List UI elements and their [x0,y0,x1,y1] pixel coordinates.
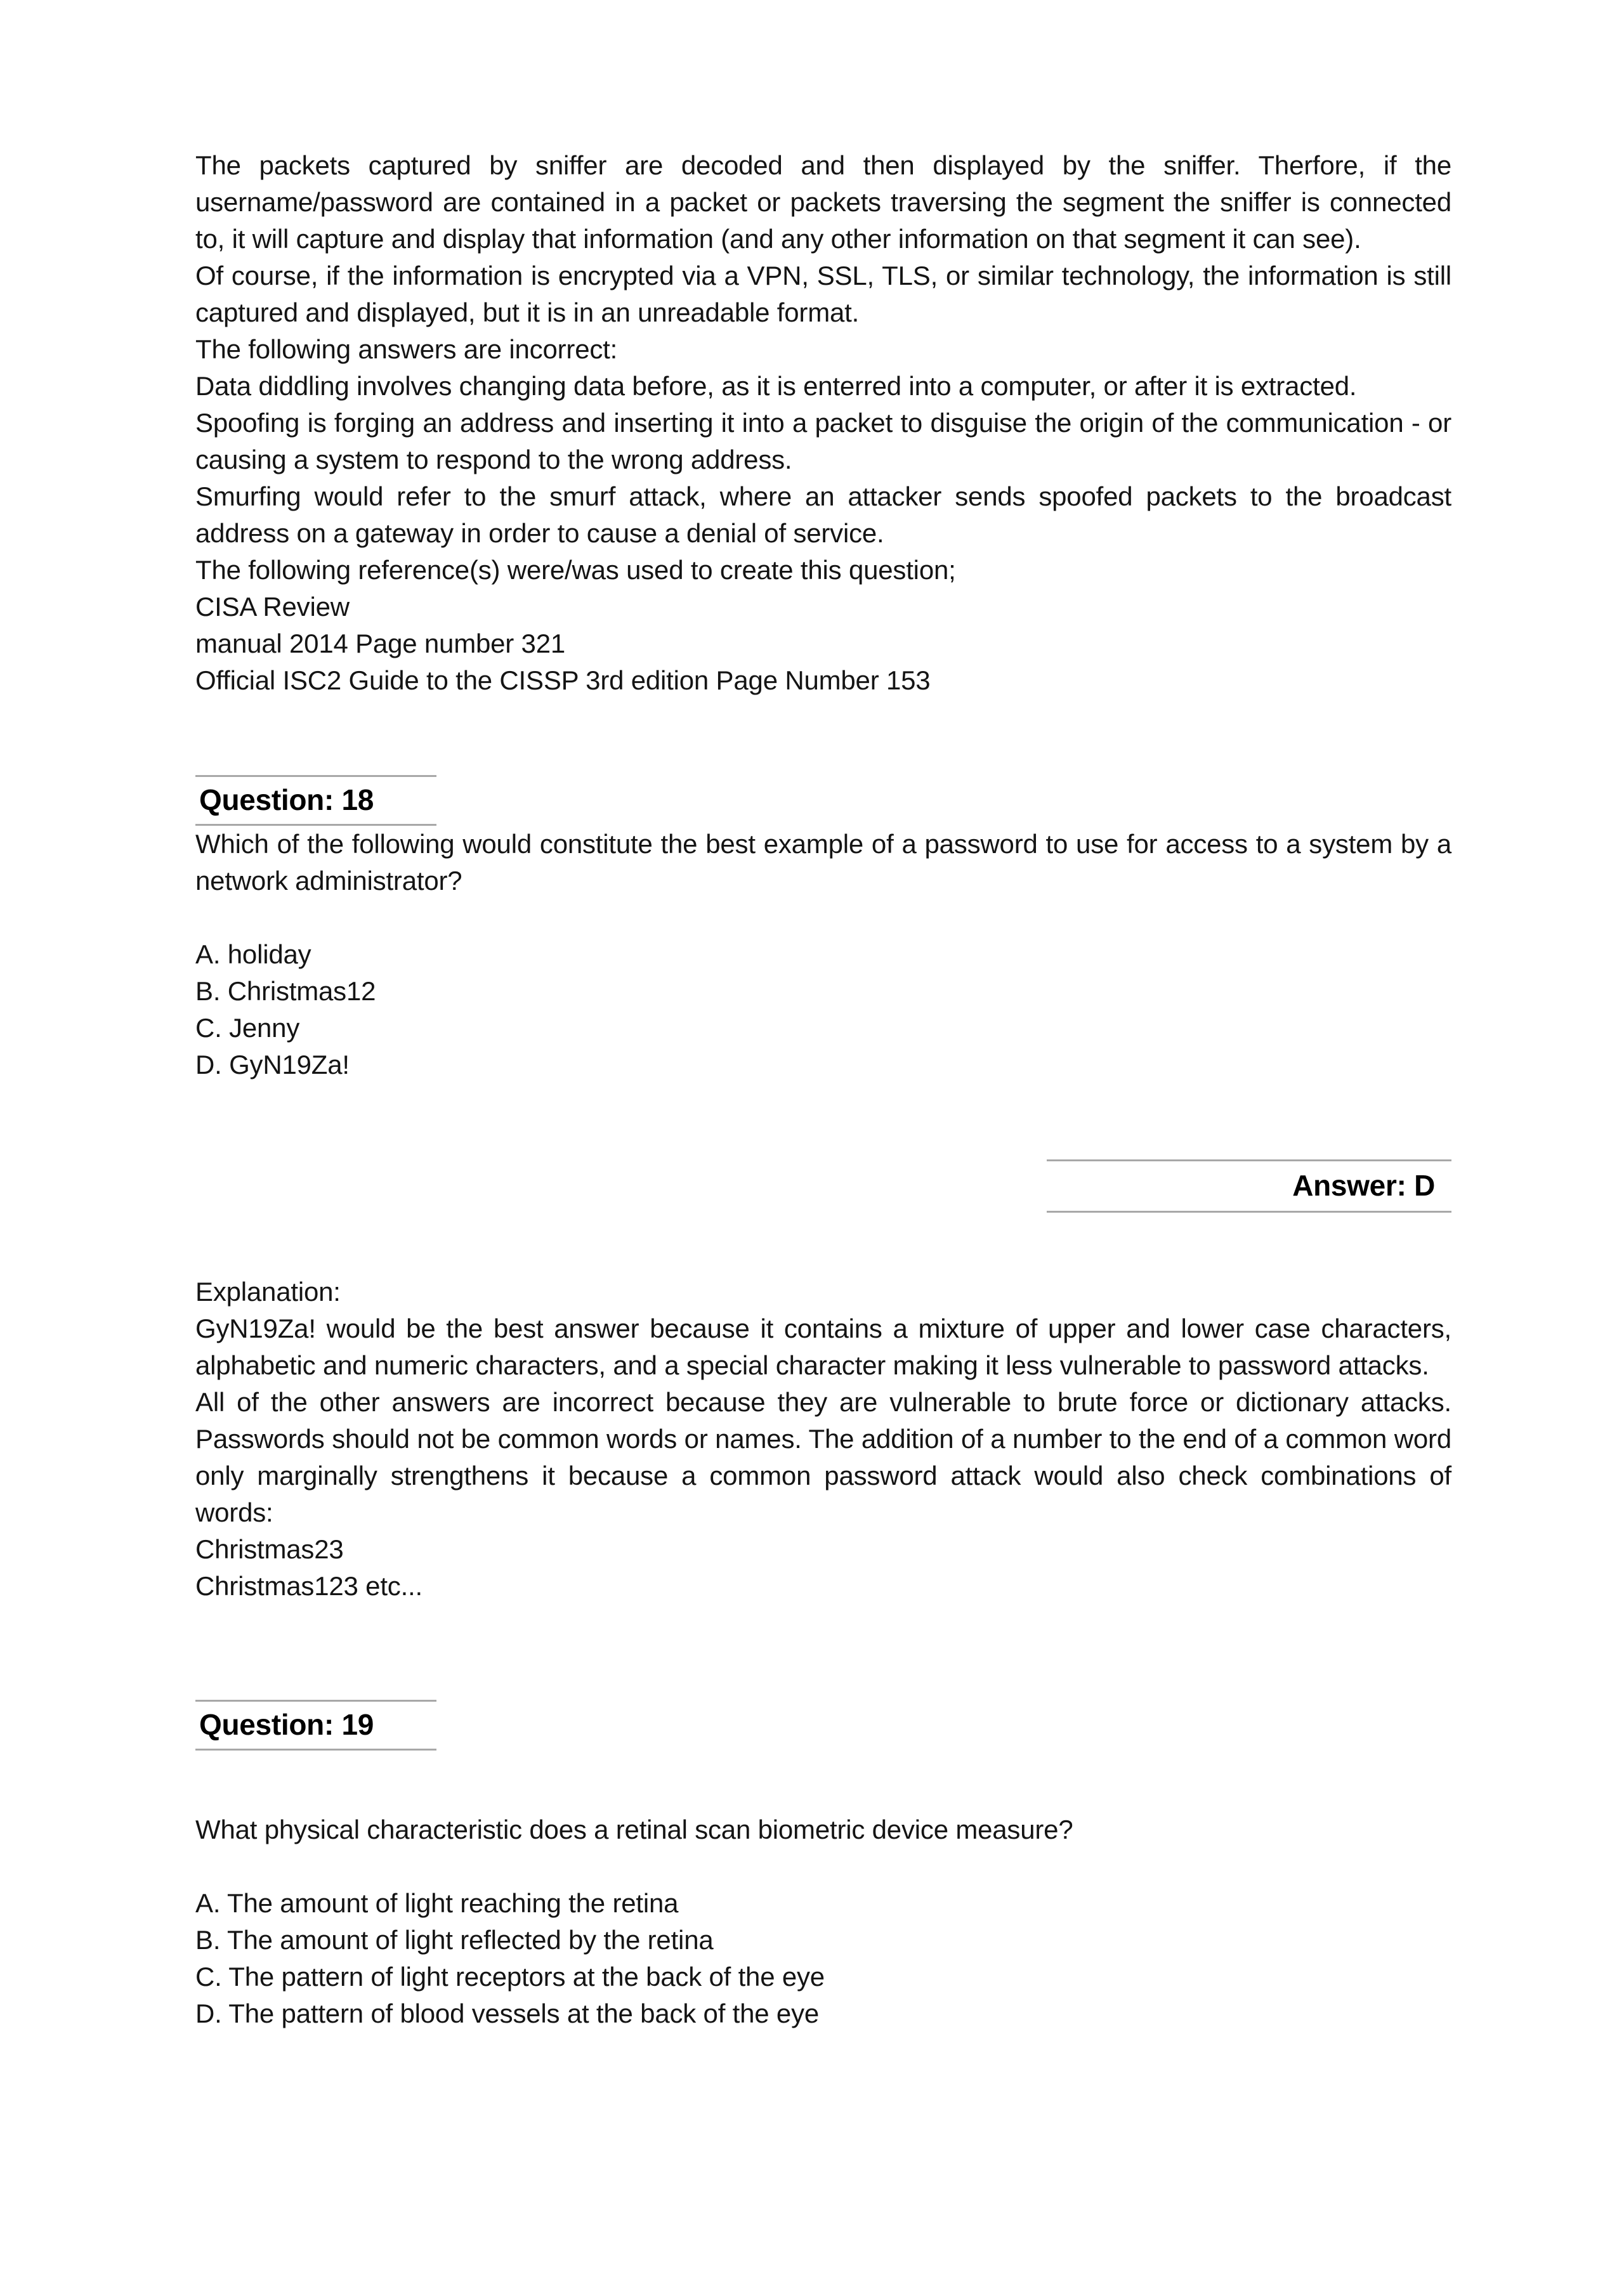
question-18-option-b[interactable]: B. Christmas12 [195,973,1451,1010]
question-18-header-label: Question: 18 [199,783,374,816]
question-19-header-label: Question: 19 [199,1708,374,1741]
explanation-example-1: Christmas23 [195,1534,344,1564]
intro-block: The packets captured by sniffer are deco… [195,147,1451,699]
intro-paragraph-2: Of course, if the information is encrypt… [195,261,1451,327]
reference-line-2: manual 2014 Page number 321 [195,629,566,658]
spacer-before-question-19-stem [195,1751,1451,1811]
question-18-stem: Which of the following would constitute … [195,829,1451,896]
intro-paragraph-4: Data diddling involves changing data bef… [195,371,1357,401]
spacer-before-question-18-options [195,899,1451,936]
explanation-label: Explanation: [195,1277,341,1307]
intro-paragraph-6: Smurfing would refer to the smurf attack… [195,481,1451,548]
question-19-option-a[interactable]: A. The amount of light reaching the reti… [195,1885,1451,1922]
question-18-option-d[interactable]: D. GyN19Za! [195,1047,1451,1083]
explanation-paragraph-1: GyN19Za! would be the best answer becaus… [195,1314,1451,1380]
reference-line-3: Official ISC2 Guide to the CISSP 3rd edi… [195,665,931,695]
spacer-before-question-19 [195,1605,1451,1700]
question-19-option-d[interactable]: D. The pattern of blood vessels at the b… [195,1995,1451,2032]
intro-paragraph-7: The following reference(s) were/was used… [195,555,956,585]
reference-line-1: CISA Review [195,592,350,622]
question-19-stem: What physical characteristic does a reti… [195,1815,1073,1844]
intro-paragraph-5: Spoofing is forging an address and inser… [195,408,1451,474]
spacer-before-explanation [195,1213,1451,1274]
question-18-explanation: Explanation: GyN19Za! would be the best … [195,1274,1451,1605]
document-page: The packets captured by sniffer are deco… [0,0,1624,2296]
question-19-options: A. The amount of light reaching the reti… [195,1885,1451,2032]
spacer-before-question-18 [195,699,1451,775]
question-19-option-c[interactable]: C. The pattern of light receptors at the… [195,1959,1451,1995]
question-19-header: Question: 19 [195,1700,436,1751]
question-18-option-c[interactable]: C. Jenny [195,1010,1451,1047]
spacer-before-answer-box [195,1083,1451,1159]
intro-paragraph-3: The following answers are incorrect: [195,334,618,364]
question-18-answer-label: Answer: D [1292,1169,1435,1202]
page-content: The packets captured by sniffer are deco… [195,147,1451,2032]
question-18-option-a[interactable]: A. holiday [195,936,1451,973]
spacer-before-question-19-options [195,1848,1451,1885]
intro-paragraph-1: The packets captured by sniffer are deco… [195,150,1451,254]
answer-row: Answer: D [195,1159,1451,1213]
question-18-header: Question: 18 [195,775,436,826]
question-19-option-b[interactable]: B. The amount of light reflected by the … [195,1922,1451,1959]
question-18-options: A. holiday B. Christmas12 C. Jenny D. Gy… [195,936,1451,1083]
explanation-paragraph-2: All of the other answers are incorrect b… [195,1387,1451,1527]
explanation-example-2: Christmas123 etc... [195,1571,422,1601]
question-18-answer-box: Answer: D [1047,1159,1451,1213]
